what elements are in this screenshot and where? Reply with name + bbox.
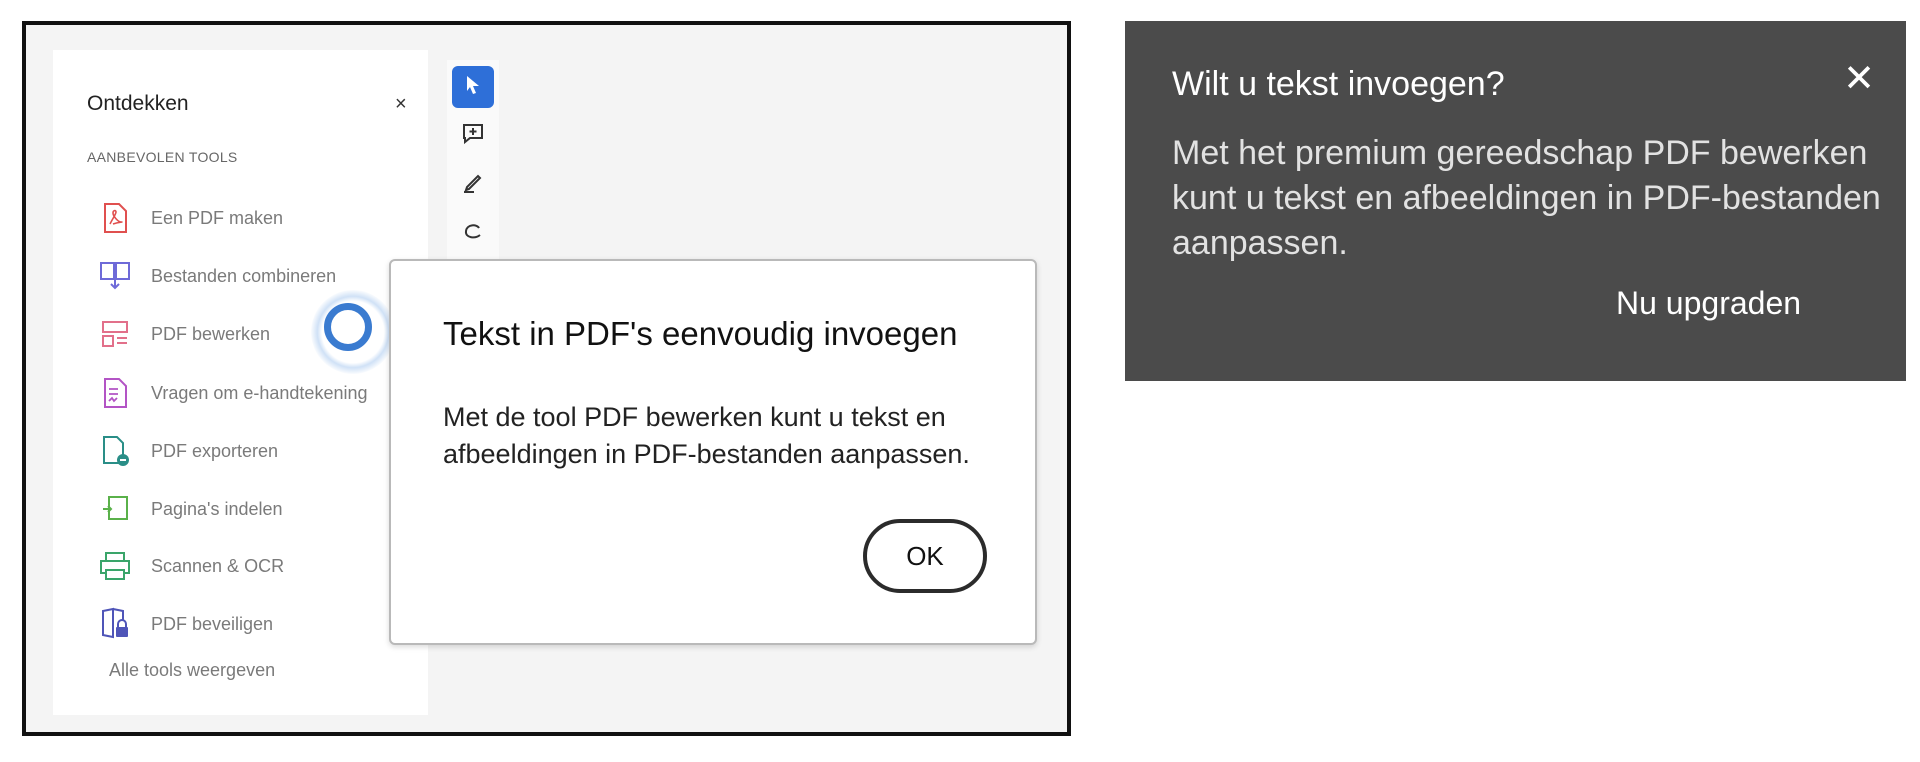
tool-export-pdf[interactable]: PDF exporteren — [97, 431, 278, 471]
tool-label: PDF beveiligen — [151, 613, 274, 634]
click-indicator-icon — [311, 290, 395, 374]
discover-panel: Ontdekken × AANBEVOLEN TOOLS Een PDF mak… — [53, 50, 428, 715]
draw-tool-button[interactable] — [452, 213, 494, 255]
upgrade-now-link[interactable]: Nu upgraden — [1616, 285, 1801, 322]
panel-close-button[interactable]: × — [395, 94, 407, 114]
add-comment-icon — [461, 122, 485, 151]
highlight-tool-button[interactable] — [452, 164, 494, 206]
app-screenshot-frame: Ontdekken × AANBEVOLEN TOOLS Een PDF mak… — [22, 21, 1071, 736]
select-tool-button[interactable] — [452, 66, 494, 108]
tool-create-pdf[interactable]: Een PDF maken — [97, 198, 283, 238]
tool-label: PDF bewerken — [151, 323, 271, 344]
edit-pdf-icon — [97, 316, 133, 352]
export-pdf-icon — [97, 433, 133, 469]
request-signature-icon — [97, 375, 133, 411]
comment-tool-button[interactable] — [452, 115, 494, 157]
vertical-toolbar — [447, 60, 499, 290]
tool-label: Pagina's indelen — [151, 498, 283, 519]
tool-combine-files[interactable]: Bestanden combineren — [97, 256, 336, 296]
dialog-body: Met de tool PDF bewerken kunt u tekst en… — [443, 402, 970, 469]
create-pdf-icon — [97, 200, 133, 236]
ok-button[interactable]: OK — [863, 519, 987, 593]
tool-organize-pages[interactable]: Pagina's indelen — [97, 489, 283, 529]
tool-label: PDF exporteren — [151, 440, 279, 461]
tool-scan-ocr[interactable]: Scannen & OCR — [97, 546, 284, 586]
scan-ocr-icon — [97, 548, 133, 584]
draw-freehand-icon — [461, 220, 485, 249]
select-cursor-icon — [463, 74, 483, 101]
tool-edit-pdf[interactable]: PDF bewerken — [97, 314, 270, 354]
upgrade-tooltip: Wilt u tekst invoegen? ✕ Met het premium… — [1125, 21, 1906, 381]
dialog-title: Tekst in PDF's eenvoudig invoegen — [443, 315, 958, 352]
tool-label: Vragen om e-handtekening — [151, 382, 368, 403]
tooltip-title: Wilt u tekst invoegen? — [1172, 65, 1505, 103]
tooltip-close-button[interactable]: ✕ — [1843, 59, 1875, 99]
combine-files-icon — [97, 258, 133, 294]
panel-title: Ontdekken — [87, 92, 189, 115]
tooltip-body: Met het premium gereedschap PDF bewerken… — [1172, 134, 1881, 262]
tool-label: Een PDF maken — [151, 207, 284, 228]
tool-label: Scannen & OCR — [151, 555, 285, 576]
all-tools-link[interactable]: Alle tools weergeven — [109, 660, 275, 681]
protect-pdf-icon — [97, 606, 133, 642]
tool-protect-pdf[interactable]: PDF beveiligen — [97, 604, 273, 644]
highlight-pen-icon — [461, 171, 485, 200]
organize-pages-icon — [97, 491, 133, 527]
recommended-tools-label: AANBEVOLEN TOOLS — [87, 149, 238, 165]
insert-text-dialog: Tekst in PDF's eenvoudig invoegen Met de… — [389, 259, 1037, 645]
tool-label: Bestanden combineren — [151, 265, 337, 286]
tool-request-signature[interactable]: Vragen om e-handtekening — [97, 373, 367, 413]
